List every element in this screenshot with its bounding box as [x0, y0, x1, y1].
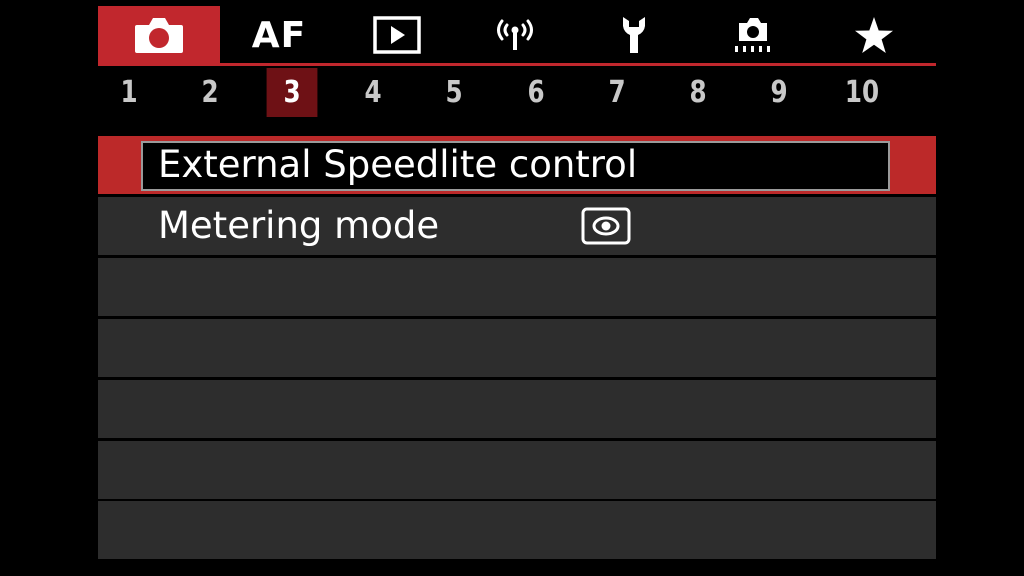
star-icon: [854, 16, 894, 54]
menu-item-label: Metering mode: [158, 204, 440, 247]
page-10[interactable]: 10: [837, 68, 888, 117]
tab-shooting[interactable]: [98, 6, 220, 64]
page-8[interactable]: 8: [673, 68, 724, 117]
wireless-icon: [492, 17, 538, 53]
tab-my-menu[interactable]: [812, 6, 936, 64]
menu-item-empty: [98, 501, 936, 559]
tab-wireless[interactable]: [456, 6, 574, 64]
page-5[interactable]: 5: [429, 68, 480, 117]
custom-functions-icon: [731, 15, 775, 55]
playback-icon: [373, 16, 421, 54]
camera-menu-screen: AF 1 2 3 4 5 6 7 8 9 10 External Speedli…: [0, 0, 1024, 576]
tab-underline: [98, 63, 936, 66]
camera-icon: [133, 15, 185, 55]
menu-item-empty: [98, 441, 936, 499]
page-selector: 1 2 3 4 5 6 7 8 9 10: [98, 68, 936, 117]
menu-list: External Speedlite control Metering mode: [98, 136, 936, 559]
menu-item-empty: [98, 319, 936, 377]
evaluative-metering-icon: [581, 207, 631, 249]
menu-item-empty: [98, 380, 936, 438]
tab-custom-functions[interactable]: [694, 6, 812, 64]
menu-item-metering-mode[interactable]: Metering mode: [98, 197, 936, 255]
menu-item-label: External Speedlite control: [158, 143, 638, 186]
menu-tabs: AF: [98, 6, 936, 64]
menu-item-external-speedlite-control[interactable]: External Speedlite control: [98, 136, 936, 194]
page-2[interactable]: 2: [185, 68, 236, 117]
tab-af[interactable]: AF: [220, 6, 338, 64]
page-1[interactable]: 1: [104, 68, 155, 117]
page-3-active[interactable]: 3: [266, 68, 318, 117]
page-7[interactable]: 7: [592, 68, 643, 117]
tab-af-label: AF: [251, 14, 307, 56]
tab-setup[interactable]: [574, 6, 694, 64]
tab-playback[interactable]: [338, 6, 456, 64]
page-6[interactable]: 6: [511, 68, 562, 117]
page-9[interactable]: 9: [754, 68, 805, 117]
menu-item-empty: [98, 258, 936, 316]
page-4[interactable]: 4: [348, 68, 399, 117]
wrench-icon: [617, 15, 651, 55]
